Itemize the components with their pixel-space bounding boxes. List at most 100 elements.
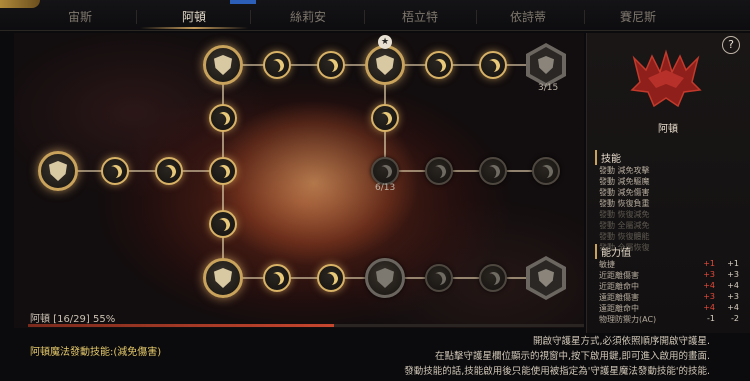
moon-icon: [377, 110, 394, 127]
moon-node[interactable]: [155, 157, 183, 185]
stat-row: 敏捷 +1 +1: [599, 259, 741, 270]
instruction-line: 在點擊守護星欄位顯示的視窗中,按下啟用鍵,即可進入啟用的畫面.: [434, 351, 710, 362]
stat-total: +3: [727, 270, 739, 279]
moon-node[interactable]: [263, 51, 291, 79]
lower-cross-node-locked[interactable]: [365, 258, 405, 298]
moon-icon: [538, 163, 555, 180]
moon-node[interactable]: [209, 157, 237, 185]
stat-row: 近距離命中 +4 +4: [599, 281, 741, 292]
panel-title: 阿頓: [658, 124, 678, 135]
progress-bar: [28, 324, 584, 327]
moon-icon: [431, 163, 448, 180]
tab-aton[interactable]: 阿頓: [140, 6, 248, 29]
tab-separator: [476, 10, 477, 24]
moon-node[interactable]: [371, 104, 399, 132]
instruction-line: 開啟守護星方式,必須依照順序開啟守護星.: [532, 336, 710, 347]
tab-separator: [250, 10, 251, 24]
moon-node[interactable]: [425, 157, 453, 185]
moon-icon: [323, 270, 340, 287]
moon-node[interactable]: [263, 264, 291, 292]
stat-bonus: +1: [703, 259, 715, 268]
moon-icon: [431, 57, 448, 74]
moon-node[interactable]: [317, 264, 345, 292]
moon-node[interactable]: [425, 51, 453, 79]
moon-icon: [269, 57, 286, 74]
shield-icon: [49, 161, 67, 181]
skill-item-locked: 發動 全屬減免: [599, 221, 650, 230]
instruction-line: 發動技能的話,技能啟用後只能使用被指定為'守護星魔法發動技能'的技能.: [404, 366, 710, 377]
skill-item: 發動 減免傷害: [599, 188, 650, 197]
root-shield-node[interactable]: [38, 151, 78, 191]
skill-item-locked: 發動 恢復體能: [599, 232, 650, 241]
star-icon: ★: [378, 35, 392, 49]
cross-shield-icon: [376, 268, 394, 288]
stat-total: +1: [727, 259, 739, 268]
tab-saynis[interactable]: 賽尼斯: [590, 6, 686, 28]
skill-item: 發動 恢復負重: [599, 199, 650, 208]
stat-total: +3: [727, 292, 739, 301]
moon-node[interactable]: [209, 104, 237, 132]
moon-node[interactable]: [479, 264, 507, 292]
stat-row: 物理防禦力(AC) -1 -2: [599, 314, 741, 325]
stat-name: 遠距離傷害: [599, 293, 639, 302]
tab-separator: [136, 10, 137, 24]
moon-icon: [485, 57, 502, 74]
tab-wulite[interactable]: 梧立特: [372, 6, 468, 28]
stat-name: 敏捷: [599, 260, 615, 269]
moon-node[interactable]: [101, 157, 129, 185]
shield-icon: [376, 55, 394, 75]
stat-bonus: -1: [707, 314, 715, 323]
active-skill-text: 阿頓魔法發動技能:(減免傷害): [30, 347, 162, 358]
moon-icon: [215, 216, 232, 233]
skill-item: 發動 減免攻擊: [599, 166, 650, 175]
stat-total: +4: [727, 281, 739, 290]
cross-shield-icon: [214, 268, 232, 288]
stat-row: 遠距離命中 +4 +4: [599, 303, 741, 314]
guardian-star-window: 宙斯 阿頓 絲莉安 梧立特 依詩蒂 賽尼斯 ★ 3/15 6/13 阿頓 [16…: [0, 0, 750, 381]
moon-icon: [215, 163, 232, 180]
tab-yishidi[interactable]: 依詩蒂: [480, 6, 576, 28]
mid-counter: 6/13: [375, 183, 396, 193]
skill-item-locked: 發動 恢復減免: [599, 210, 650, 219]
crest-icon: [538, 56, 554, 74]
moon-node[interactable]: [209, 210, 237, 238]
tab-separator: [584, 10, 585, 24]
tab-silian[interactable]: 絲莉安: [260, 6, 356, 28]
stat-name: 近距離命中: [599, 282, 639, 291]
stat-name: 遠距離命中: [599, 304, 639, 313]
stat-name: 物理防禦力(AC): [599, 315, 657, 324]
top-counter: 3/15: [538, 83, 559, 93]
moon-icon: [431, 270, 448, 287]
stat-bonus: +4: [703, 303, 715, 312]
moon-node[interactable]: [479, 51, 507, 79]
instructions: 開啟守護星方式,必須依照順序開啟守護星. 在點擊守護星欄位顯示的視窗中,按下啟用…: [404, 334, 710, 379]
moon-node[interactable]: [317, 51, 345, 79]
moon-node[interactable]: [371, 157, 399, 185]
stat-bonus: +3: [703, 270, 715, 279]
tab-zeus[interactable]: 宙斯: [32, 6, 128, 28]
moon-icon: [485, 270, 502, 287]
upper-shield-node[interactable]: [203, 45, 243, 85]
stat-name: 近距離傷害: [599, 271, 639, 280]
aton-crest-icon: [630, 49, 702, 108]
shield-icon: [214, 55, 232, 75]
stat-total: +4: [727, 303, 739, 312]
progress-fill: [28, 324, 334, 327]
moon-icon: [107, 163, 124, 180]
moon-icon: [485, 163, 502, 180]
progress-label: 阿頓 [16/29] 55%: [30, 314, 116, 325]
help-icon[interactable]: ?: [722, 36, 740, 54]
tab-separator: [364, 10, 365, 24]
crest-icon: [538, 269, 554, 287]
stats-title: 能力值: [595, 244, 631, 259]
stat-total: -2: [731, 314, 739, 323]
lower-cross-node[interactable]: [203, 258, 243, 298]
moon-icon: [215, 110, 232, 127]
starred-shield-node[interactable]: [365, 45, 405, 85]
stat-row: 近距離傷害 +3 +3: [599, 270, 741, 281]
moon-node[interactable]: [532, 157, 560, 185]
moon-node[interactable]: [425, 264, 453, 292]
moon-node[interactable]: [479, 157, 507, 185]
stat-bonus: +3: [703, 292, 715, 301]
moon-icon: [269, 270, 286, 287]
